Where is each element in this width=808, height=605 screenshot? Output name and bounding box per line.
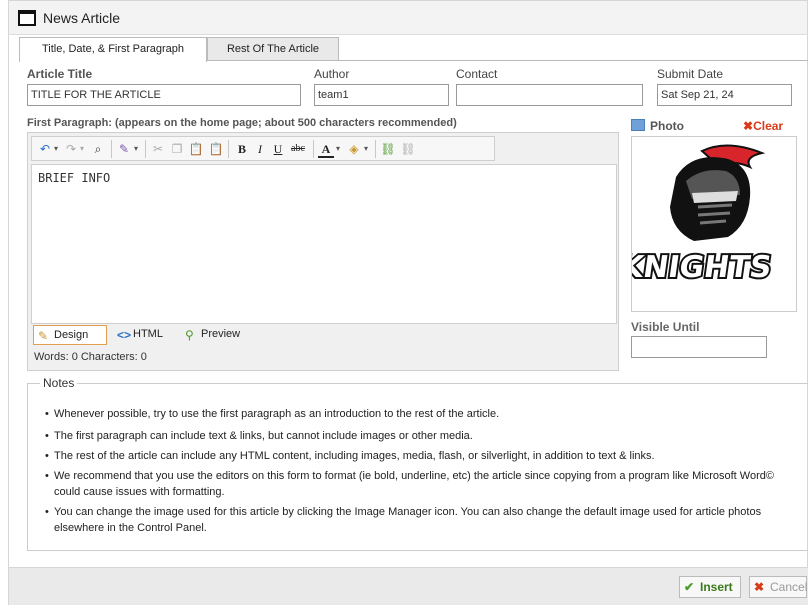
- first-paragraph-editor: ↶ ▾ ↷ ▾ ⌕ ✎ ▾ ✂ ❐ 📋 📋 B I U abc A ▾ ◈ ▾ …: [27, 132, 619, 371]
- clear-label: Clear: [753, 119, 784, 133]
- design-mode-label: Design: [54, 329, 89, 341]
- unlink-icon[interactable]: ⛓: [400, 140, 416, 158]
- visible-until-input[interactable]: [631, 336, 767, 358]
- dialog-footer: ✔ Insert ✖ Cancel: [9, 567, 808, 605]
- copy-icon[interactable]: ❐: [169, 140, 185, 158]
- preview-mode-tab[interactable]: ⚲ Preview: [181, 325, 261, 345]
- cancel-icon: ✖: [754, 580, 765, 594]
- highlight-dropdown-icon[interactable]: ▾: [362, 140, 370, 158]
- italic-icon[interactable]: I: [252, 140, 268, 158]
- cancel-button[interactable]: ✖ Cancel: [749, 576, 807, 598]
- window-title: News Article: [43, 10, 121, 26]
- note-item: The rest of the article can include any …: [45, 448, 794, 464]
- notes-legend: Notes: [40, 376, 78, 390]
- photo-icon[interactable]: [631, 119, 645, 131]
- title-bar: News Article: [9, 1, 807, 35]
- paste-text-icon[interactable]: 📋: [208, 140, 224, 158]
- link-icon[interactable]: ⛓: [380, 140, 396, 158]
- editor-toolbar: ↶ ▾ ↷ ▾ ⌕ ✎ ▾ ✂ ❐ 📋 📋 B I U abc A ▾ ◈ ▾ …: [31, 136, 495, 161]
- note-item: You can change the image used for this a…: [45, 504, 794, 536]
- preview-mode-label: Preview: [201, 328, 241, 340]
- bold-icon[interactable]: B: [234, 140, 250, 158]
- underline-icon[interactable]: U: [270, 140, 286, 158]
- paste-icon[interactable]: 📋: [188, 140, 204, 158]
- insert-label: Insert: [700, 580, 733, 594]
- note-item: We recommend that you use the editors on…: [45, 468, 794, 500]
- author-label: Author: [314, 67, 350, 81]
- undo-icon[interactable]: ↶: [38, 140, 52, 158]
- cut-icon[interactable]: ✂: [150, 140, 166, 158]
- contact-input[interactable]: [456, 84, 643, 106]
- notes-section: Notes Whenever possible, try to use the …: [27, 376, 808, 551]
- toolbar-separator: [228, 140, 229, 158]
- redo-icon[interactable]: ↷: [64, 140, 78, 158]
- window-icon: [18, 10, 36, 26]
- toolbar-separator: [111, 140, 112, 158]
- undo-dropdown-icon[interactable]: ▾: [52, 140, 60, 158]
- format-icon[interactable]: ✎: [116, 140, 132, 158]
- toolbar-separator: [375, 140, 376, 158]
- font-color-dropdown-icon[interactable]: ▾: [334, 140, 342, 158]
- preview-icon: ⚲: [185, 328, 194, 342]
- cancel-label: Cancel: [770, 580, 808, 594]
- html-mode-tab[interactable]: <> HTML: [113, 325, 173, 345]
- tab-rest-of-article[interactable]: Rest Of The Article: [207, 37, 339, 61]
- strikethrough-icon[interactable]: abc: [288, 140, 308, 158]
- visible-until-label: Visible Until: [631, 320, 700, 334]
- insert-button[interactable]: ✔ Insert: [679, 576, 741, 598]
- article-title-label: Article Title: [27, 67, 93, 81]
- knights-wordmark: KNIGHTS: [632, 250, 774, 285]
- photo-label: Photo: [650, 119, 684, 133]
- check-icon: ✔: [684, 580, 695, 594]
- design-mode-tab[interactable]: ✎ Design: [33, 325, 107, 345]
- toolbar-separator: [313, 140, 314, 158]
- knights-logo: KNIGHTS: [616, 144, 776, 287]
- contact-label: Contact: [456, 67, 498, 81]
- design-icon: ✎: [38, 329, 49, 343]
- find-icon[interactable]: ⌕: [90, 140, 106, 158]
- format-dropdown-icon[interactable]: ▾: [132, 140, 140, 158]
- clear-photo-link[interactable]: ✖Clear: [743, 119, 783, 133]
- editor-mode-bar: ✎ Design <> HTML ⚲ Preview: [31, 324, 617, 346]
- news-article-window: News Article Title, Date, & First Paragr…: [8, 0, 808, 605]
- clear-icon: ✖: [743, 119, 754, 133]
- note-item: Whenever possible, try to use the first …: [45, 406, 794, 422]
- word-count: Words: 0 Characters: 0: [34, 351, 147, 363]
- html-mode-label: HTML: [133, 328, 163, 340]
- article-title-input[interactable]: TITLE FOR THE ARTICLE: [27, 84, 301, 106]
- first-paragraph-content[interactable]: BRIEF INFO: [31, 164, 617, 324]
- tab-title-date-first-paragraph[interactable]: Title, Date, & First Paragraph: [19, 37, 207, 62]
- first-paragraph-label: First Paragraph: (appears on the home pa…: [27, 117, 457, 129]
- highlight-icon[interactable]: ◈: [346, 140, 362, 158]
- html-icon: <>: [117, 328, 132, 342]
- note-item: The first paragraph can include text & l…: [45, 428, 794, 444]
- toolbar-separator: [145, 140, 146, 158]
- article-photo[interactable]: KNIGHTS: [616, 136, 797, 312]
- submit-date-input[interactable]: Sat Sep 21, 24: [657, 84, 792, 106]
- submit-date-label: Submit Date: [657, 67, 724, 81]
- redo-dropdown-icon[interactable]: ▾: [78, 140, 86, 158]
- font-color-icon[interactable]: A: [318, 140, 334, 158]
- author-input[interactable]: team1: [314, 84, 449, 106]
